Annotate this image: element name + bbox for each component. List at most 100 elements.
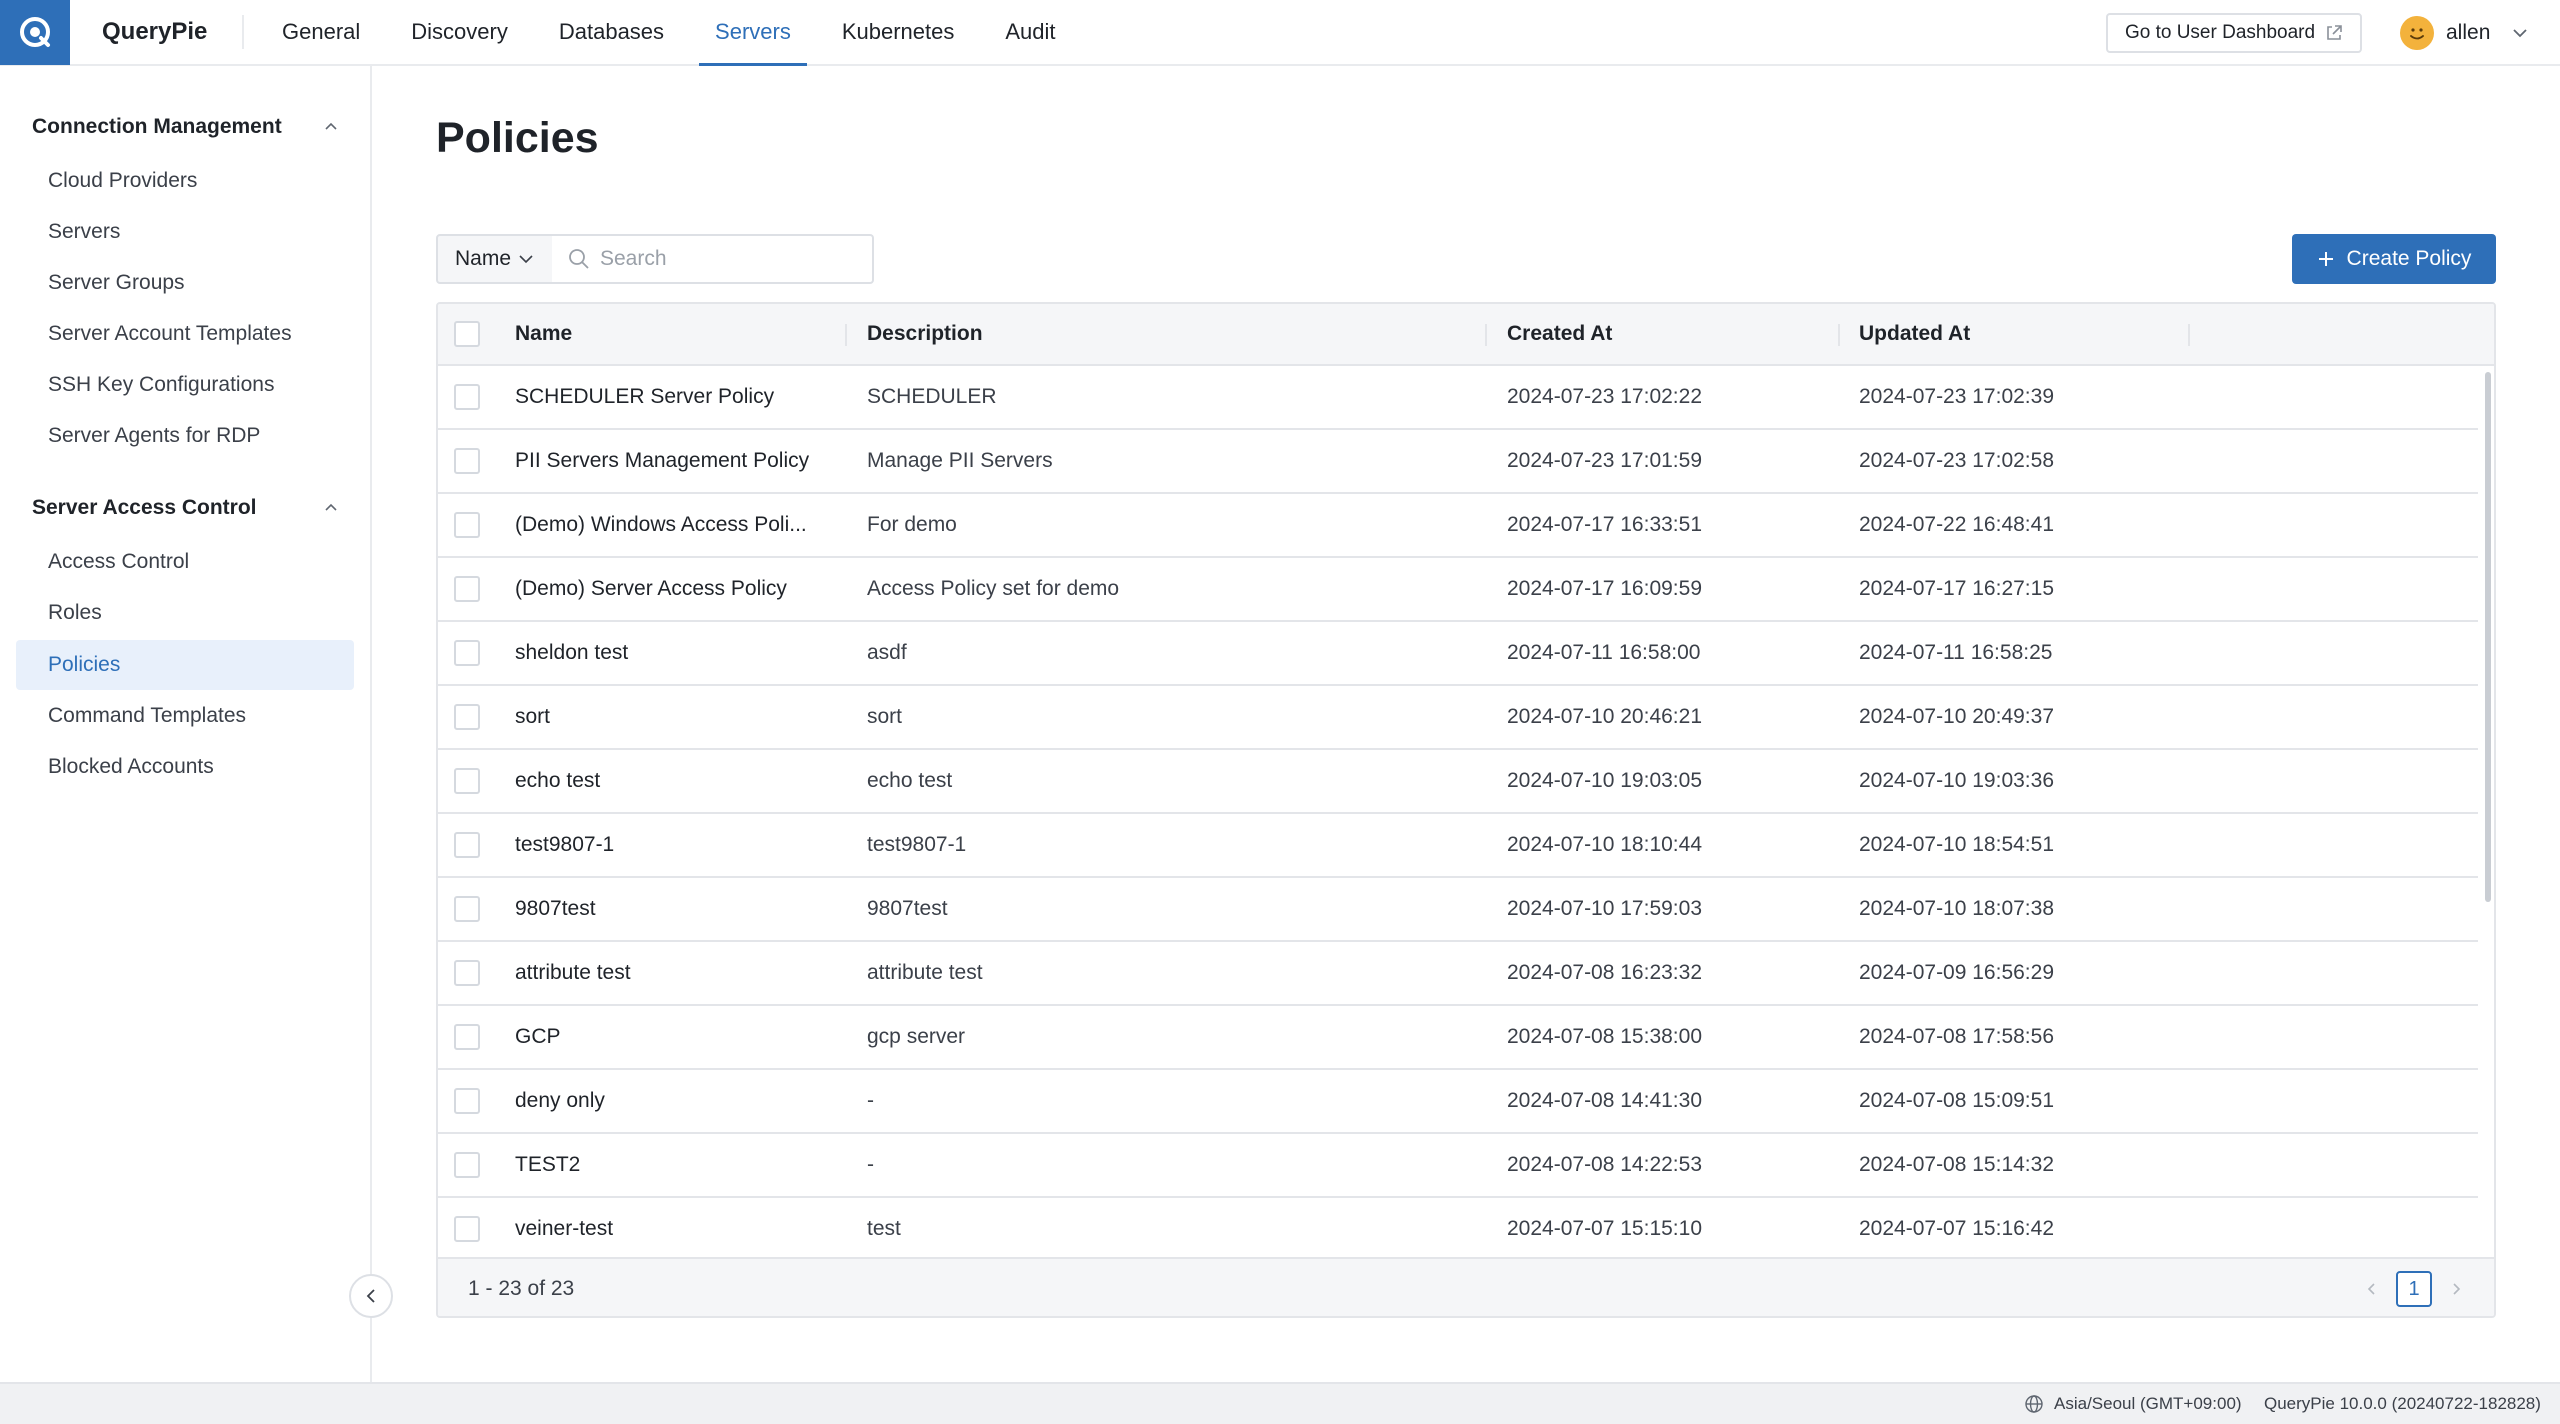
- sidebar-item-server-agents-for-rdp[interactable]: Server Agents for RDP: [16, 411, 354, 461]
- main-nav: General Discovery Databases Servers Kube…: [266, 0, 1091, 66]
- chevron-left-icon: [366, 1289, 375, 1303]
- search-input[interactable]: [600, 247, 850, 271]
- sidebar-item-policies[interactable]: Policies: [16, 640, 354, 690]
- column-header-name[interactable]: Name: [515, 304, 572, 364]
- row-checkbox[interactable]: [454, 1024, 480, 1050]
- cell-created-at: 2024-07-08 14:41:30: [1507, 1089, 1702, 1112]
- nav-discovery[interactable]: Discovery: [395, 0, 524, 65]
- nav-kubernetes[interactable]: Kubernetes: [826, 0, 971, 65]
- search-field-select[interactable]: Name: [436, 234, 554, 284]
- row-checkbox[interactable]: [454, 832, 480, 858]
- cell-name: deny only: [515, 1089, 605, 1112]
- column-header-updated-at[interactable]: Updated At: [1859, 304, 1970, 364]
- row-checkbox[interactable]: [454, 896, 480, 922]
- table-row[interactable]: test9807-1 test9807-1 2024-07-10 18:10:44 2…: [438, 814, 2478, 878]
- cell-created-at: 2024-07-10 18:10:44: [1507, 833, 1702, 856]
- sidebar-item-blocked-accounts[interactable]: Blocked Accounts: [16, 742, 354, 792]
- row-checkbox[interactable]: [454, 1152, 480, 1178]
- nav-audit[interactable]: Audit: [989, 0, 1071, 65]
- table-scrollbar[interactable]: [2482, 366, 2494, 1257]
- plus-icon: [2318, 252, 2333, 266]
- sidebar-item-servers[interactable]: Servers: [16, 207, 354, 257]
- cell-description: -: [867, 1089, 874, 1112]
- querypie-logo[interactable]: [0, 0, 70, 65]
- table-row[interactable]: TEST2 - 2024-07-08 14:22:53 2024-07-08 15:1…: [438, 1134, 2478, 1198]
- cell-created-at: 2024-07-11 16:58:00: [1507, 641, 1701, 664]
- cell-created-at: 2024-07-23 17:01:59: [1507, 449, 1702, 472]
- row-checkbox[interactable]: [454, 576, 480, 602]
- nav-servers[interactable]: Servers: [699, 0, 807, 66]
- row-checkbox[interactable]: [454, 640, 480, 666]
- search-box: [552, 234, 874, 284]
- row-checkbox[interactable]: [454, 960, 480, 986]
- table-row[interactable]: veiner-test test 2024-07-07 15:15:10 2024-0…: [438, 1198, 2478, 1257]
- column-separator[interactable]: [1838, 324, 1840, 346]
- table-row[interactable]: SCHEDULER Server Policy SCHEDULER 2024-07-…: [438, 366, 2478, 430]
- column-separator[interactable]: [1485, 324, 1487, 346]
- querypie-logo-icon: [20, 17, 50, 47]
- smiley-avatar-icon: [2410, 28, 2424, 40]
- sidebar-item-ssh-key-configurations[interactable]: SSH Key Configurations: [16, 360, 354, 410]
- cell-updated-at: 2024-07-10 18:07:38: [1859, 897, 2054, 920]
- chevron-up-icon: [325, 503, 337, 511]
- sidebar-item-cloud-providers[interactable]: Cloud Providers: [16, 156, 354, 206]
- user-menu[interactable]: allen: [2400, 14, 2530, 52]
- cell-description: SCHEDULER: [867, 385, 997, 408]
- section-connection-management[interactable]: Connection Management: [32, 107, 340, 147]
- scrollbar-thumb[interactable]: [2485, 372, 2491, 902]
- table-row[interactable]: deny only - 2024-07-08 14:41:30 2024-07-08 …: [438, 1070, 2478, 1134]
- table-row[interactable]: 9807test 9807test 2024-07-10 17:59:03 2024-…: [438, 878, 2478, 942]
- cell-description: 9807test: [867, 897, 948, 920]
- user-name: allen: [2446, 21, 2491, 44]
- timezone-indicator[interactable]: Asia/Seoul (GMT+09:00): [2024, 1384, 2242, 1424]
- cell-updated-at: 2024-07-09 16:56:29: [1859, 961, 2054, 984]
- table-row[interactable]: attribute test attribute test 2024-07-08 1…: [438, 942, 2478, 1006]
- table-row[interactable]: echo test echo test 2024-07-10 19:03:05 202…: [438, 750, 2478, 814]
- row-checkbox[interactable]: [454, 704, 480, 730]
- previous-page-button[interactable]: [2358, 1271, 2386, 1307]
- column-header-description[interactable]: Description: [867, 304, 983, 364]
- user-avatar: [2400, 16, 2434, 50]
- chevron-right-icon: [2453, 1283, 2461, 1295]
- table-footer: 1 - 23 of 23 1: [438, 1257, 2494, 1316]
- cell-name: PII Servers Management Policy: [515, 449, 810, 472]
- sidebar-item-command-templates[interactable]: Command Templates: [16, 691, 354, 741]
- column-separator[interactable]: [2188, 324, 2190, 346]
- sidebar-item-roles[interactable]: Roles: [16, 588, 354, 638]
- section-server-access-control[interactable]: Server Access Control: [32, 488, 340, 528]
- row-checkbox[interactable]: [454, 448, 480, 474]
- cell-updated-at: 2024-07-11 16:58:25: [1859, 641, 2053, 664]
- cell-description: Access Policy set for demo: [867, 577, 1120, 600]
- cell-updated-at: 2024-07-08 15:09:51: [1859, 1089, 2054, 1112]
- row-checkbox[interactable]: [454, 1088, 480, 1114]
- cell-updated-at: 2024-07-22 16:48:41: [1859, 513, 2054, 536]
- nav-general[interactable]: General: [266, 0, 376, 65]
- table-row[interactable]: sheldon test asdf 2024-07-11 16:58:00 2024-…: [438, 622, 2478, 686]
- column-header-created-at[interactable]: Created At: [1507, 304, 1612, 364]
- page-1-button[interactable]: 1: [2396, 1271, 2432, 1307]
- table-row[interactable]: (Demo) Server Access Policy Access Policy…: [438, 558, 2478, 622]
- table-row[interactable]: PII Servers Management Policy Manage PII …: [438, 430, 2478, 494]
- sidebar-item-server-groups[interactable]: Server Groups: [16, 258, 354, 308]
- table-row[interactable]: GCP gcp server 2024-07-08 15:38:00 2024-07-…: [438, 1006, 2478, 1070]
- brand-name: QueryPie: [102, 18, 208, 45]
- cell-description: -: [867, 1153, 874, 1176]
- cell-updated-at: 2024-07-08 17:58:56: [1859, 1025, 2054, 1048]
- row-checkbox[interactable]: [454, 512, 480, 538]
- cell-created-at: 2024-07-08 16:23:32: [1507, 961, 1702, 984]
- table-row[interactable]: sort sort 2024-07-10 20:46:21 2024-07-10 20…: [438, 686, 2478, 750]
- row-checkbox[interactable]: [454, 1216, 480, 1242]
- select-all-checkbox[interactable]: [454, 321, 480, 347]
- sidebar-item-access-control[interactable]: Access Control: [16, 537, 354, 587]
- go-to-user-dashboard-button[interactable]: Go to User Dashboard: [2106, 13, 2362, 53]
- sidebar-item-server-account-templates[interactable]: Server Account Templates: [16, 309, 354, 359]
- column-separator[interactable]: [845, 324, 847, 346]
- nav-databases[interactable]: Databases: [543, 0, 680, 65]
- row-checkbox[interactable]: [454, 768, 480, 794]
- sidebar-collapse-button[interactable]: [349, 1274, 393, 1318]
- row-checkbox[interactable]: [454, 384, 480, 410]
- create-policy-button[interactable]: Create Policy: [2292, 234, 2496, 284]
- table-row[interactable]: (Demo) Windows Access Poli... For demo 202…: [438, 494, 2478, 558]
- cell-description: test: [867, 1217, 901, 1240]
- next-page-button[interactable]: [2442, 1271, 2470, 1307]
